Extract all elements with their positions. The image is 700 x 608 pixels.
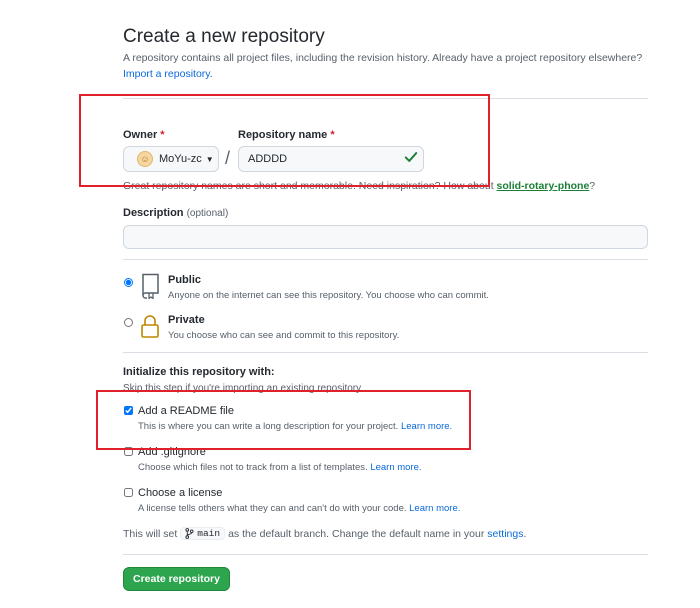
- name-suggestion-link[interactable]: solid-rotary-phone: [497, 180, 590, 192]
- license-description: A license tells others what they can and…: [138, 503, 461, 514]
- create-repository-button[interactable]: Create repository: [123, 567, 230, 591]
- page-subtitle: A repository contains all project files,…: [123, 52, 643, 64]
- license-label: Choose a license: [138, 487, 223, 499]
- divider: [123, 554, 648, 555]
- description-input[interactable]: [123, 225, 648, 249]
- private-description: You choose who can see and commit to thi…: [168, 330, 400, 341]
- highlight-box-readme: [96, 390, 471, 450]
- private-title: Private: [168, 314, 205, 326]
- divider: [123, 259, 648, 260]
- git-branch-icon: [185, 528, 194, 539]
- repo-icon: [142, 273, 159, 299]
- public-radio[interactable]: [124, 278, 133, 287]
- highlight-box-owner-name: [79, 94, 490, 187]
- lock-icon: [141, 315, 159, 338]
- branch-chip: main: [180, 527, 226, 540]
- divider: [123, 352, 648, 353]
- license-checkbox[interactable]: [124, 488, 133, 497]
- public-description: Anyone on the internet can see this repo…: [168, 290, 489, 301]
- license-learn-more-link[interactable]: Learn more.: [409, 503, 460, 514]
- gitignore-learn-more-link[interactable]: Learn more.: [370, 462, 421, 473]
- settings-link[interactable]: settings: [487, 528, 523, 540]
- default-branch-note: This will set main as the default branch…: [123, 527, 527, 540]
- page-title: Create a new repository: [123, 26, 325, 47]
- private-radio[interactable]: [124, 318, 133, 327]
- import-repository-link[interactable]: Import a repository.: [123, 68, 213, 80]
- public-title: Public: [168, 274, 202, 286]
- description-label: Description (optional): [123, 207, 229, 219]
- gitignore-description: Choose which files not to track from a l…: [138, 462, 422, 473]
- initialize-title: Initialize this repository with:: [123, 366, 275, 378]
